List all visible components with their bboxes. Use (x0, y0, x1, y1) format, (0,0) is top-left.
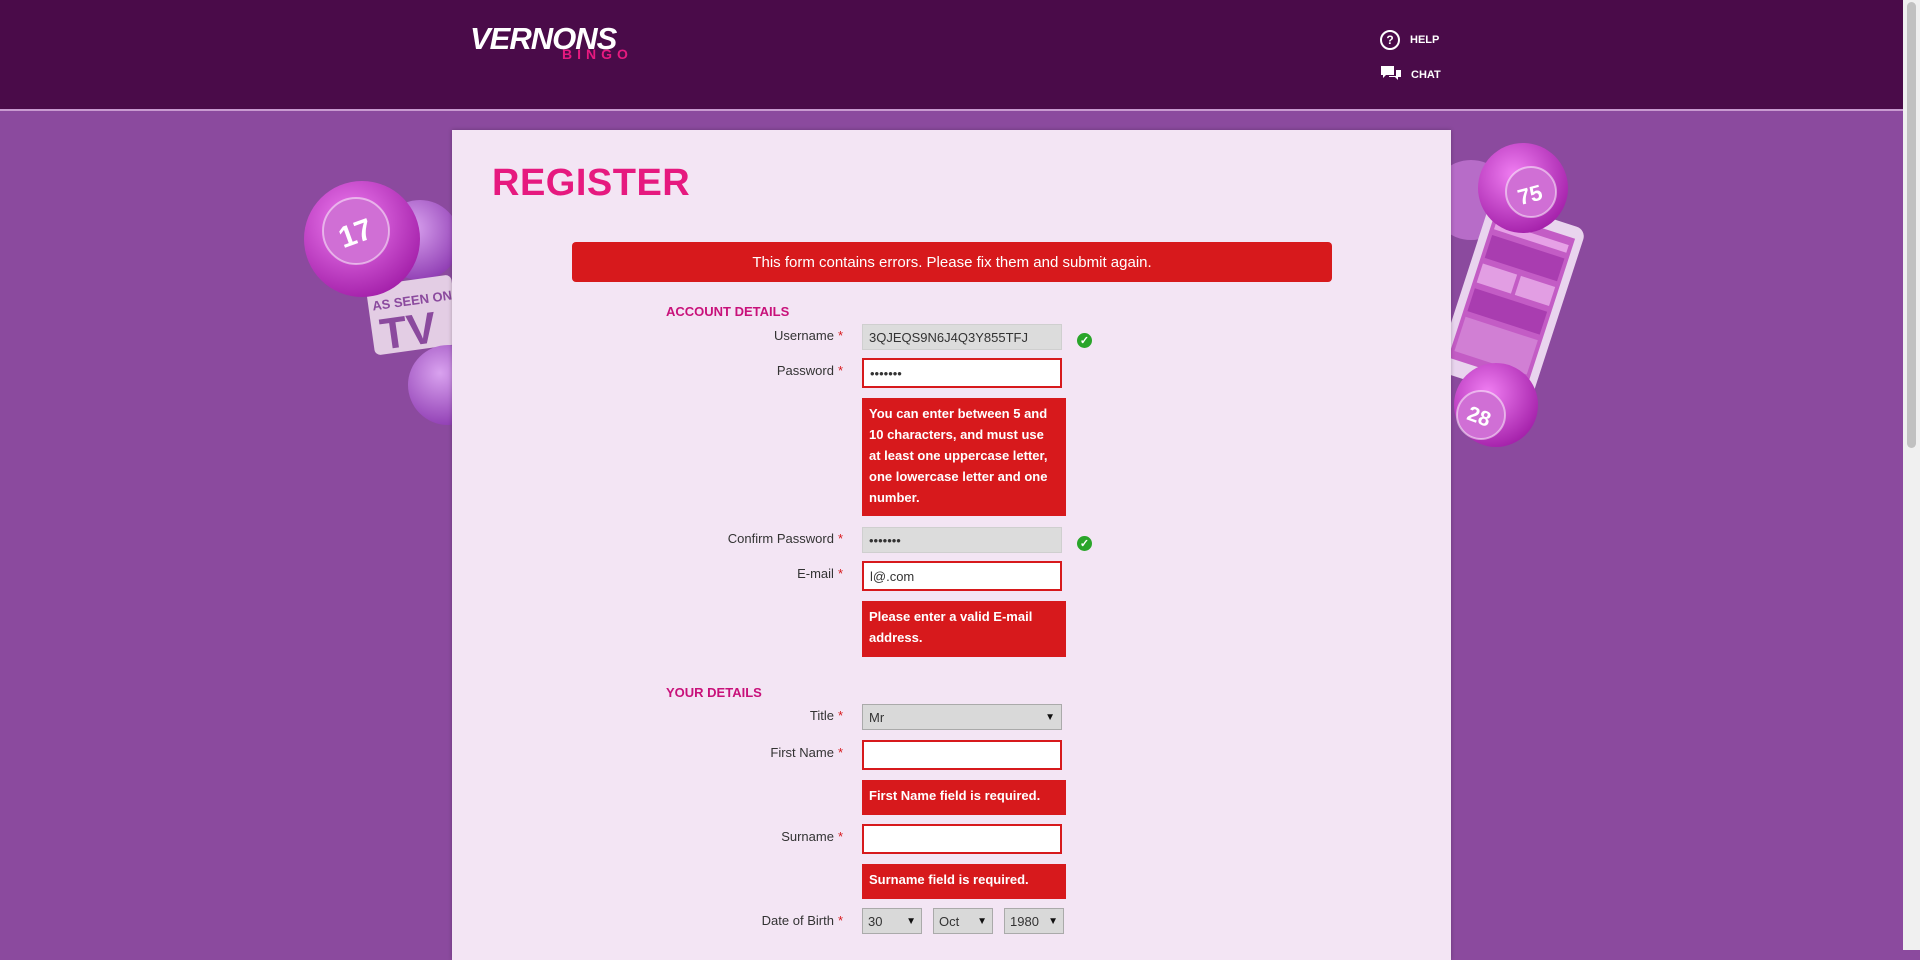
confirm-password-label: Confirm Password * (728, 531, 843, 546)
surname-error-message: Surname field is required. (862, 864, 1066, 899)
username-valid-icon: ✓ (1077, 333, 1092, 348)
title-select[interactable]: Mr ▼ (862, 704, 1062, 730)
required-mark: * (837, 708, 843, 723)
account-details-heading: ACCOUNT DETAILS (666, 304, 790, 319)
surname-label-text: Surname (781, 829, 834, 844)
required-mark: * (837, 913, 843, 928)
title-select-value: Mr (869, 709, 885, 725)
email-input[interactable] (862, 561, 1062, 591)
password-label: Password * (777, 363, 843, 378)
dropdown-arrow-icon: ▼ (1048, 915, 1058, 927)
chat-link[interactable]: CHAT (1380, 64, 1441, 86)
first-name-label: First Name * (770, 745, 843, 760)
phone-and-balls-right-decoration: 75 28 (1451, 143, 1584, 447)
dob-month-value: Oct (939, 913, 960, 929)
email-error-message: Please enter a valid E-mail address. (862, 601, 1066, 657)
required-mark: * (837, 829, 843, 844)
first-name-label-text: First Name (770, 745, 834, 760)
title-label: Title * (810, 708, 843, 723)
dropdown-arrow-icon: ▼ (1045, 711, 1055, 723)
first-name-input[interactable] (862, 740, 1062, 770)
password-input[interactable] (862, 358, 1062, 388)
username-label-text: Username (773, 328, 834, 343)
page-title: REGISTER (492, 162, 691, 204)
chat-label: CHAT (1411, 69, 1441, 81)
required-mark: * (837, 566, 843, 581)
date-of-birth-label: Date of Birth * (762, 913, 843, 928)
logo-subtitle: BINGO (562, 46, 633, 62)
help-link[interactable]: ? HELP (1380, 29, 1439, 51)
help-icon: ? (1380, 30, 1400, 50)
dob-year-select[interactable]: 1980 ▼ (1004, 908, 1064, 934)
chat-icon (1381, 66, 1401, 80)
email-label-text: E-mail (797, 566, 834, 581)
vernons-bingo-logo[interactable]: VERNONS BINGO (470, 22, 655, 64)
dob-day-select[interactable]: 30 ▼ (862, 908, 922, 934)
required-mark: * (837, 531, 843, 546)
password-error-message: You can enter between 5 and 10 character… (862, 398, 1066, 516)
dob-month-select[interactable]: Oct ▼ (933, 908, 993, 934)
password-label-text: Password (776, 363, 834, 378)
title-label-text: Title (809, 708, 834, 723)
required-mark: * (837, 328, 843, 343)
dropdown-arrow-icon: ▼ (906, 915, 916, 927)
required-mark: * (837, 745, 843, 760)
confirm-password-label-text: Confirm Password (727, 531, 834, 546)
surname-input[interactable] (862, 824, 1062, 854)
bingo-balls-left-decoration: AS SEEN ON TV 17 (304, 181, 460, 425)
page-scrollbar[interactable] (1903, 0, 1920, 950)
dropdown-arrow-icon: ▼ (977, 915, 987, 927)
dob-day-value: 30 (868, 913, 883, 929)
scrollbar-thumb[interactable] (1907, 2, 1916, 448)
surname-label: Surname * (781, 829, 843, 844)
help-label: HELP (1410, 34, 1440, 46)
date-of-birth-label-text: Date of Birth (761, 913, 834, 928)
register-panel: REGISTER This form contains errors. Plea… (452, 130, 1451, 960)
confirm-password-input[interactable] (862, 527, 1062, 553)
form-error-banner: This form contains errors. Please fix th… (572, 242, 1332, 282)
username-label: Username * (774, 328, 843, 343)
dob-year-value: 1980 (1010, 913, 1039, 929)
site-header: VERNONS BINGO ? HELP CHAT (0, 0, 1903, 111)
first-name-error-message: First Name field is required. (862, 780, 1066, 815)
username-input[interactable] (862, 324, 1062, 350)
email-label: E-mail * (797, 566, 843, 581)
confirm-password-valid-icon: ✓ (1077, 536, 1092, 551)
required-mark: * (837, 363, 843, 378)
your-details-heading: YOUR DETAILS (666, 685, 762, 700)
